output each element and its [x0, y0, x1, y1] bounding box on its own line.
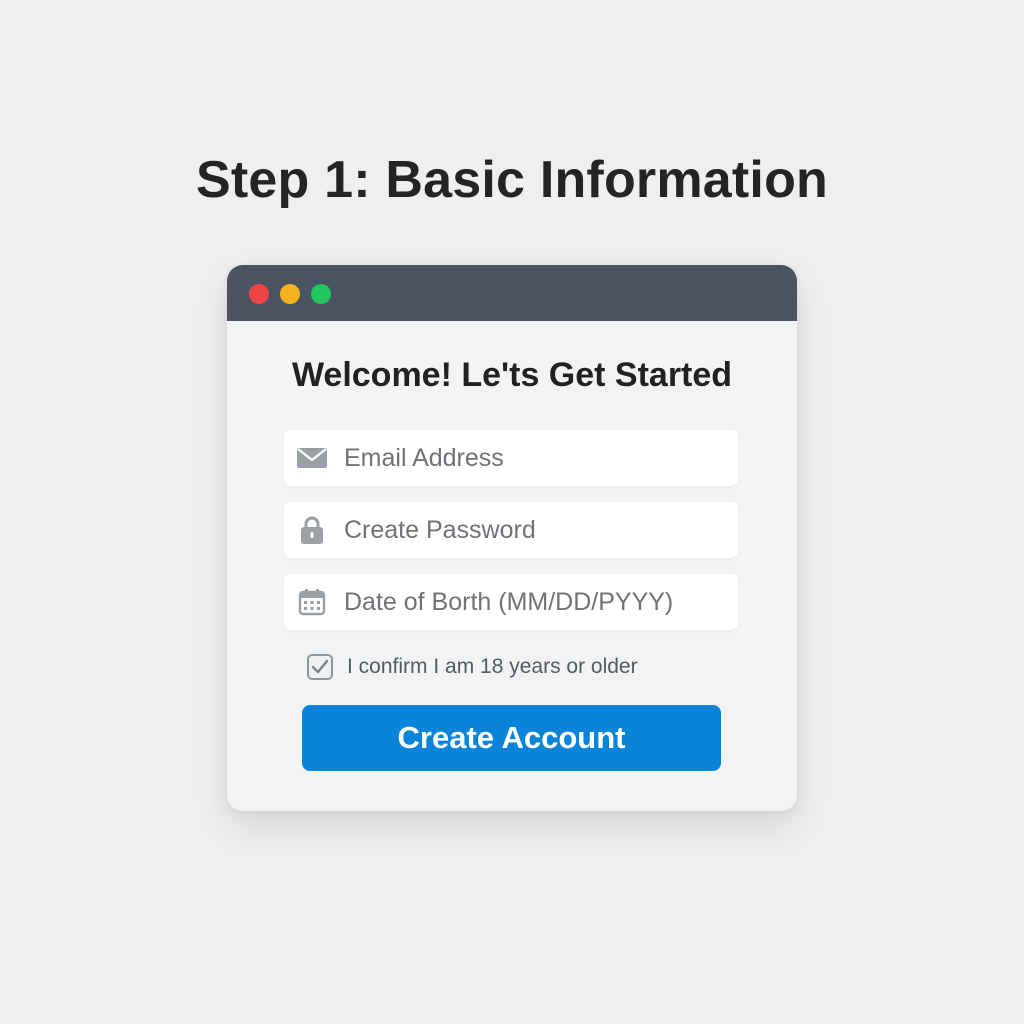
password-field[interactable]	[284, 502, 738, 558]
calendar-icon	[296, 588, 328, 616]
lock-icon	[296, 516, 328, 544]
create-account-button[interactable]: Create Account	[302, 705, 721, 771]
email-field[interactable]	[284, 430, 738, 486]
close-window-button[interactable]	[249, 284, 269, 304]
age-confirm-row[interactable]: I confirm I am 18 years or older	[307, 651, 638, 683]
signup-window: Welcome! Le'ts Get Started Email Address…	[227, 265, 797, 811]
minimize-window-button[interactable]	[280, 284, 300, 304]
email-input[interactable]	[344, 430, 724, 486]
password-input[interactable]	[344, 502, 724, 558]
maximize-window-button[interactable]	[311, 284, 331, 304]
page-title: Step 1: Basic Information	[196, 151, 828, 209]
age-confirm-label: I confirm I am 18 years or older	[347, 655, 638, 678]
form-heading: Welcome! Le'ts Get Started	[291, 356, 733, 394]
date-of-birth-input[interactable]	[344, 574, 724, 630]
window-titlebar	[227, 265, 797, 321]
age-confirm-checkbox[interactable]	[307, 654, 333, 680]
envelope-icon	[296, 444, 328, 472]
date-of-birth-field[interactable]	[284, 574, 738, 630]
checkmark-icon	[311, 659, 329, 674]
